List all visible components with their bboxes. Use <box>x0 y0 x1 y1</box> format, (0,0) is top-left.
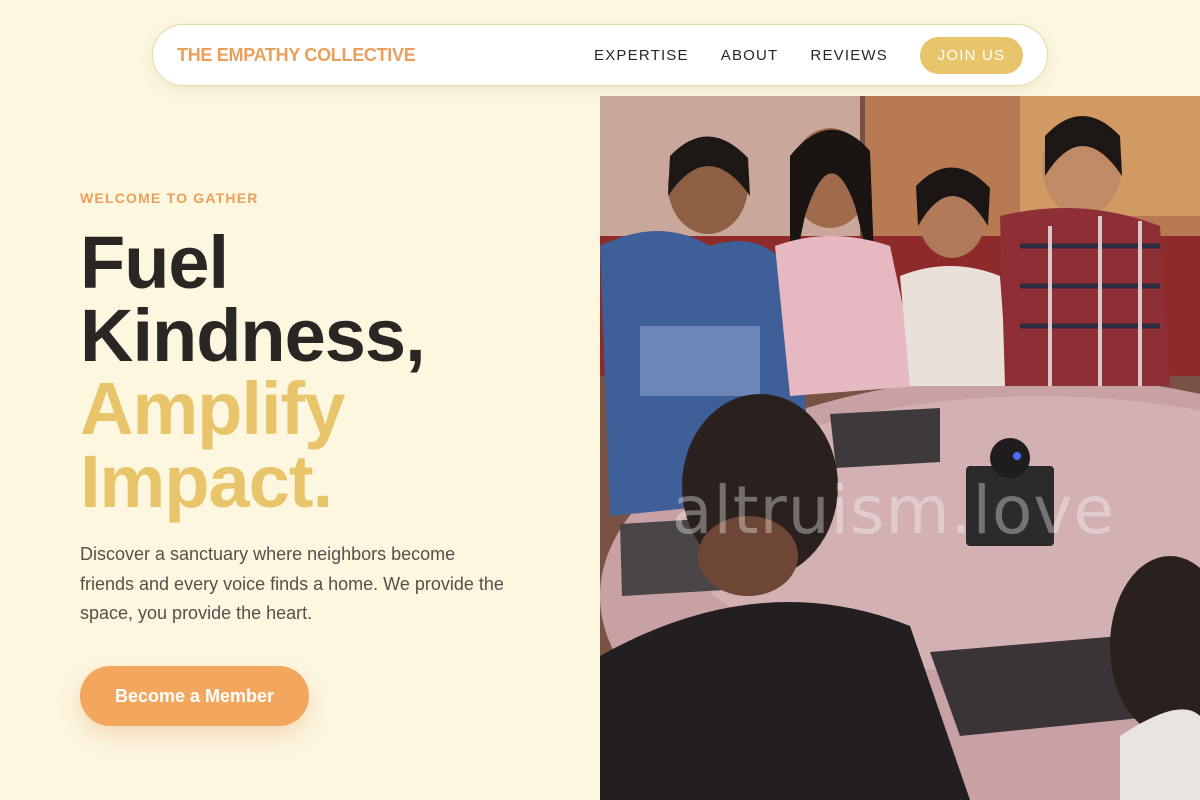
headline-line-2: Kindness, <box>80 294 426 377</box>
group-photo-image <box>600 96 1200 800</box>
headline-line-4: Impact. <box>80 440 333 523</box>
headline-line-3: Amplify <box>80 367 345 450</box>
hero-eyebrow: WELCOME TO GATHER <box>80 190 259 206</box>
nav-link-expertise[interactable]: EXPERTISE <box>594 47 689 64</box>
brand-logo[interactable]: THE EMPATHY COLLECTIVE <box>177 45 594 66</box>
join-us-button[interactable]: JOIN US <box>920 36 1023 74</box>
become-member-button[interactable]: Become a Member <box>80 666 309 726</box>
hero-photo: altruism.love <box>600 96 1200 800</box>
nav-links: EXPERTISE ABOUT REVIEWS JOIN US <box>594 36 1023 74</box>
headline-line-1: Fuel <box>80 221 229 304</box>
nav-link-about[interactable]: ABOUT <box>721 47 779 64</box>
top-nav: THE EMPATHY COLLECTIVE EXPERTISE ABOUT R… <box>152 24 1048 86</box>
photo-watermark: altruism.love <box>672 472 1115 549</box>
nav-link-reviews[interactable]: REVIEWS <box>810 47 888 64</box>
hero-lead-text: Discover a sanctuary where neighbors bec… <box>80 544 504 623</box>
hero-headline: Fuel Kindness, Amplify Impact. <box>80 221 426 523</box>
